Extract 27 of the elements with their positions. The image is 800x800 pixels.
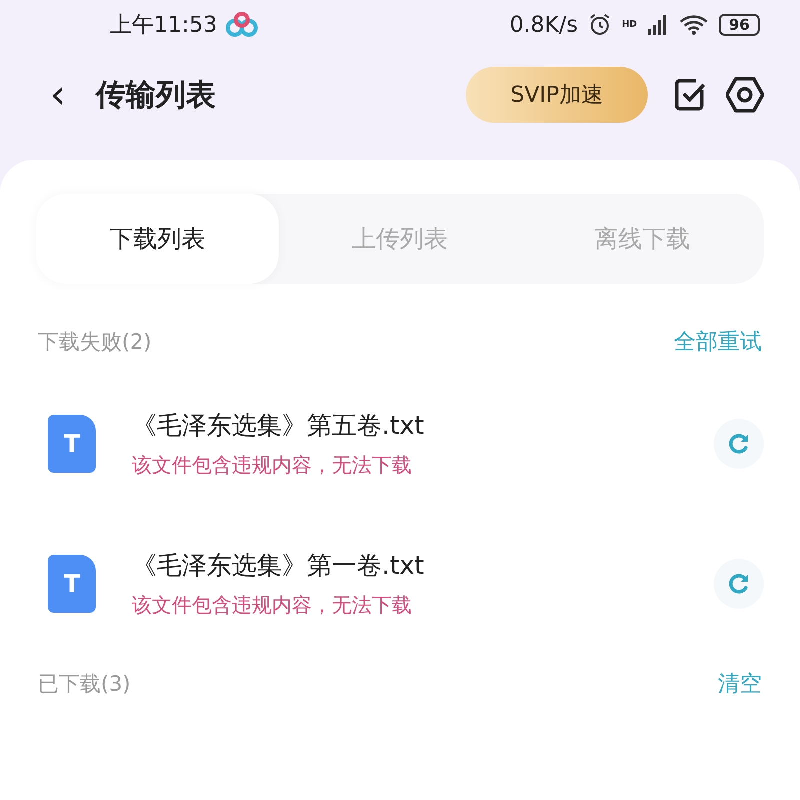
hd-label: HD: [622, 20, 638, 30]
battery-indicator: 96: [719, 14, 760, 36]
section-title: 下载失败(2): [38, 329, 152, 356]
back-button[interactable]: ‹: [44, 75, 72, 115]
status-time: 上午11:53: [110, 12, 218, 40]
text-file-icon: T: [48, 555, 96, 613]
checkbox-select-icon[interactable]: [674, 78, 708, 112]
svip-button[interactable]: SVIP加速: [466, 67, 648, 123]
page-title: 传输列表: [96, 76, 217, 114]
error-message: 该文件包含违规内容，无法下载: [132, 592, 413, 619]
alarm-icon: [588, 13, 612, 37]
section-action-link[interactable]: 全部重试: [674, 327, 762, 357]
retry-button[interactable]: [714, 419, 764, 469]
section-title: 已下载(3): [38, 671, 131, 698]
section-action-link[interactable]: 清空: [718, 669, 762, 699]
file-name: 《毛泽东选集》第五卷.txt: [132, 410, 426, 442]
settings-icon[interactable]: [726, 77, 764, 113]
tab[interactable]: 下载列表: [36, 194, 279, 284]
error-message: 该文件包含违规内容，无法下载: [132, 452, 413, 479]
tab[interactable]: 上传列表: [278, 194, 522, 284]
network-speed: 0.8K/s: [510, 12, 578, 38]
tab[interactable]: 离线下载: [521, 194, 764, 284]
wifi-icon: [679, 14, 710, 36]
file-name: 《毛泽东选集》第一卷.txt: [132, 550, 426, 582]
retry-button[interactable]: [714, 559, 764, 609]
text-file-icon: T: [48, 415, 96, 473]
cloud-logo-icon: [225, 12, 260, 38]
